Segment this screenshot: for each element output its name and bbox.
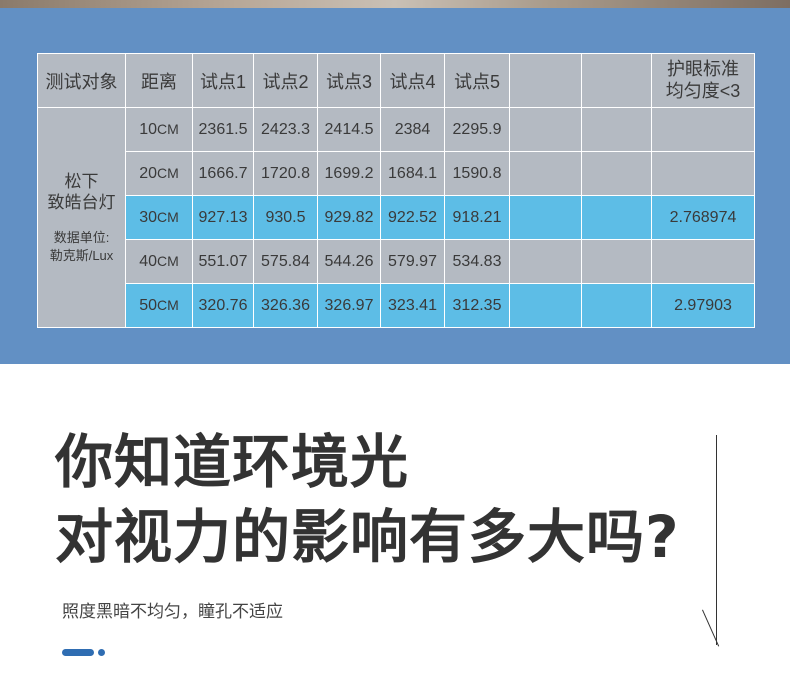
empty-cell <box>581 107 652 152</box>
value-cell: 323.41 <box>380 283 445 328</box>
value-cell: 1666.7 <box>192 151 254 196</box>
unit-line2: 勒克斯/Lux <box>49 247 114 263</box>
empty-cell <box>581 283 652 328</box>
accent-dot <box>98 649 105 656</box>
standard-line1: 护眼标准 <box>667 58 739 79</box>
value-cell: 2384 <box>380 107 445 152</box>
empty-cell <box>509 195 582 240</box>
decorative-vertical-line <box>716 435 717 645</box>
value-cell: 927.13 <box>192 195 254 240</box>
header-row: 测试对象 距离 试点1 试点2 试点3 试点4 试点5 护眼标准 均匀度<3 <box>37 53 755 108</box>
table-row: 40CM 551.07 575.84 544.26 579.97 534.83 <box>38 239 755 284</box>
distance-cell: 50CM <box>125 283 193 328</box>
header-cell-point4: 试点4 <box>380 53 445 108</box>
distance-cell: 20CM <box>125 151 193 196</box>
value-cell: 929.82 <box>317 195 381 240</box>
value-cell: 1590.8 <box>444 151 510 196</box>
subject-name-line2: 致皓台灯 <box>47 192 116 212</box>
value-cell: 2423.3 <box>253 107 318 152</box>
header-cell-point3: 试点3 <box>317 53 381 108</box>
value-cell: 575.84 <box>253 239 318 284</box>
headline-line1: 你知道环境光 <box>55 428 410 496</box>
value-cell: 2295.9 <box>444 107 510 152</box>
table-row-highlighted: 30CM 927.13 930.5 929.82 922.52 918.21 2… <box>38 195 755 240</box>
table-row: 松下 致皓台灯 数据单位: 勒克斯/Lux 10CM 2361.5 2423.3… <box>37 107 755 328</box>
value-cell: 326.36 <box>253 283 318 328</box>
value-cell: 579.97 <box>380 239 445 284</box>
subject-name-line1: 松下 <box>64 171 99 191</box>
header-cell-point5: 试点5 <box>444 53 510 108</box>
value-cell: 326.97 <box>317 283 381 328</box>
empty-cell <box>509 107 582 152</box>
distance-cell: 30CM <box>125 195 193 240</box>
header-cell-subject: 测试对象 <box>37 53 126 108</box>
top-photo-strip <box>0 0 790 8</box>
table-row: 20CM 1666.7 1720.8 1699.2 1684.1 1590.8 <box>38 151 755 196</box>
ratio-cell <box>651 107 755 152</box>
headline-line2: 对视力的影响有多大吗? <box>55 503 680 571</box>
value-cell: 930.5 <box>253 195 318 240</box>
subtext: 照度黑暗不均匀，瞳孔不适应 <box>62 602 283 622</box>
header-cell-distance: 距离 <box>125 53 193 108</box>
value-cell: 1699.2 <box>317 151 381 196</box>
ratio-cell: 2.97903 <box>651 283 755 328</box>
unit-note: 数据单位: 勒克斯/Lux <box>39 229 125 264</box>
subject-cell: 松下 致皓台灯 数据单位: 勒克斯/Lux <box>37 107 126 328</box>
header-cell-point1: 试点1 <box>192 53 254 108</box>
ratio-cell <box>651 151 755 196</box>
empty-cell <box>509 239 582 284</box>
unit-line1: 数据单位: <box>53 230 110 246</box>
illuminance-table: 测试对象 距离 试点1 试点2 试点3 试点4 试点5 护眼标准 均匀度<3 松… <box>37 53 755 328</box>
table-row-highlighted: 50CM 320.76 326.36 326.97 323.41 312.35 … <box>38 283 755 328</box>
header-cell-standard: 护眼标准 均匀度<3 <box>651 53 755 108</box>
header-cell-empty-1 <box>509 53 582 108</box>
accent-bar <box>62 649 94 656</box>
empty-cell <box>581 239 652 284</box>
value-cell: 1720.8 <box>253 151 318 196</box>
distance-cell: 10CM <box>125 107 193 152</box>
value-cell: 534.83 <box>444 239 510 284</box>
empty-cell <box>581 151 652 196</box>
standard-line2: 均匀度<3 <box>665 80 741 101</box>
ratio-cell <box>651 239 755 284</box>
value-cell: 551.07 <box>192 239 254 284</box>
headline: 你知道环境光 对视力的影响有多大吗? <box>55 425 680 575</box>
empty-cell <box>509 151 582 196</box>
ratio-cell: 2.768974 <box>651 195 755 240</box>
empty-cell <box>509 283 582 328</box>
value-cell: 918.21 <box>444 195 510 240</box>
value-cell: 320.76 <box>192 283 254 328</box>
distance-cell: 40CM <box>125 239 193 284</box>
header-cell-empty-2 <box>581 53 652 108</box>
empty-cell <box>581 195 652 240</box>
value-cell: 312.35 <box>444 283 510 328</box>
value-cell: 1684.1 <box>380 151 445 196</box>
value-cell: 544.26 <box>317 239 381 284</box>
value-cell: 2361.5 <box>192 107 254 152</box>
header-cell-point2: 试点2 <box>253 53 318 108</box>
value-cell: 922.52 <box>380 195 445 240</box>
value-cell: 2414.5 <box>317 107 381 152</box>
